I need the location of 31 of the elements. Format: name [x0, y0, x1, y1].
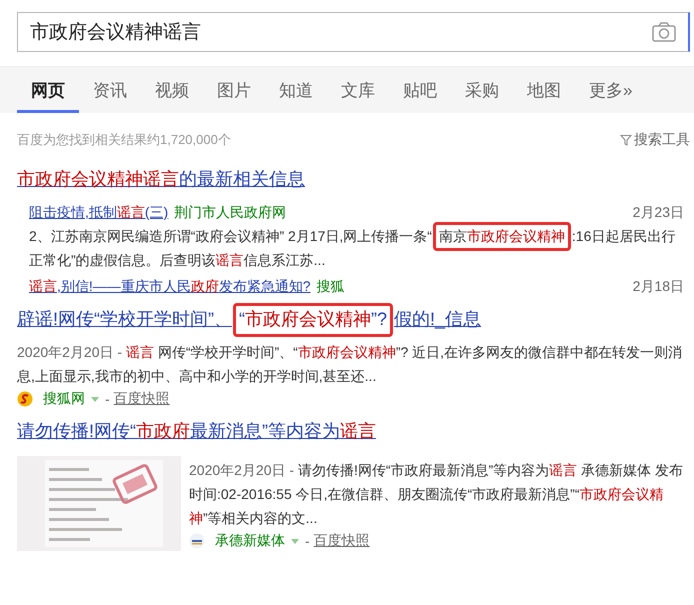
nav-tab[interactable]: 采购	[451, 67, 513, 113]
search-field[interactable]: 市政府会议精神谣言	[17, 12, 690, 52]
nav-tab[interactable]: 地图	[513, 67, 575, 113]
cache-link[interactable]: 百度快照	[314, 532, 370, 550]
result-source: 承德新媒体	[215, 532, 285, 550]
news-source: 搜狐	[316, 278, 345, 294]
site-logo-icon	[189, 533, 205, 549]
separator-dash: -	[105, 391, 110, 407]
nav-tab[interactable]: 视频	[141, 67, 203, 113]
camera-icon[interactable]	[652, 22, 676, 42]
nav-tab[interactable]: 贴吧	[389, 67, 451, 113]
result-source: 搜狐网	[43, 390, 85, 408]
news-date: 2月18日	[632, 278, 684, 296]
nav-tab[interactable]: 资讯	[79, 67, 141, 113]
result-count: 百度为您找到相关结果约1,720,000个	[17, 131, 231, 149]
separator-dash: -	[305, 533, 310, 549]
nav-tab[interactable]: 更多»	[575, 67, 646, 113]
cache-link[interactable]: 百度快照	[114, 390, 170, 408]
nav-tab[interactable]: 知道	[265, 67, 327, 113]
news-source: 荆门市人民政府网	[174, 204, 286, 220]
filter-icon[interactable]	[620, 134, 632, 146]
nav-tab[interactable]: 文库	[327, 67, 389, 113]
search-input[interactable]: 市政府会议精神谣言	[28, 20, 652, 44]
news-date: 2月23日	[632, 204, 684, 222]
news-snippet: 2、江苏南京网民编造所谓“政府会议精神” 2月17日,网上传播一条“ 南京市政府会议精神 :16日起居民出行正常化”的虚假信息。后查明该谣言信息系江苏...	[29, 224, 684, 272]
search-tools-link[interactable]: 搜索工具	[634, 131, 690, 149]
result-snippet: 2020年2月20日 - 谣言 网传“学校开学时间”、“市政府会议精神”? 近日,在许多网友的微信群中都在转发一则消息,上面显示,我市的初中、高中和小学的开学时间,甚至还...	[17, 343, 684, 386]
nav-tab[interactable]: 图片	[203, 67, 265, 113]
result-snippet: 2020年2月20日 - 请勿传播!网传“市政府最新消息”等内容为谣言 承德新媒体 发布时间:02-2016:55 今日,在微信群、朋友圈流传“市政府最新消息”“市政府会议精神”等相关内容的文...	[189, 461, 684, 528]
nav-tab[interactable]: 网页	[17, 67, 79, 113]
site-logo-icon	[17, 391, 33, 407]
